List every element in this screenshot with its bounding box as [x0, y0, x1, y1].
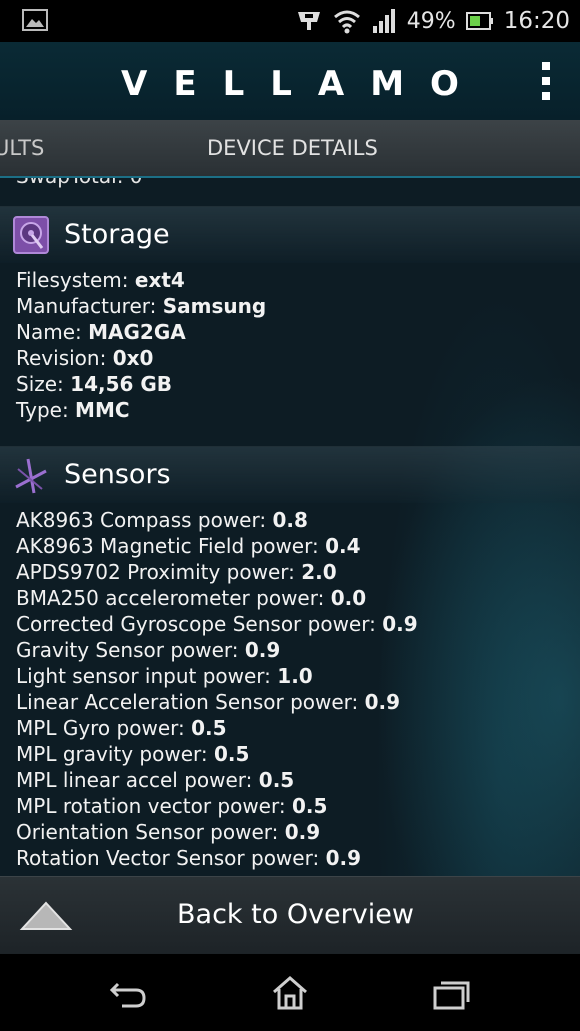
sensors-axes-icon: [15, 458, 47, 494]
details-scroll-area[interactable]: SwapTotal: 0 Storage Filesystem: ext4 Ma…: [0, 178, 580, 876]
sensor-row: MPL linear accel power: 0.5: [16, 768, 295, 792]
storage-row: Manufacturer: Samsung: [16, 294, 267, 318]
storage-section-header: Storage: [0, 206, 580, 263]
sensor-row: MPL rotation vector power: 0.5: [16, 794, 328, 818]
up-triangle-icon: [19, 901, 73, 930]
storage-row: Name: MAG2GA: [16, 320, 186, 344]
sensor-row: Light sensor input power: 1.0: [16, 664, 313, 688]
sensor-row: BMA250 accelerometer power: 0.0: [16, 586, 367, 610]
sensor-row: APDS9702 Proximity power: 2.0: [16, 560, 337, 584]
home-icon[interactable]: [270, 974, 310, 1012]
battery-percent: 49%: [406, 8, 456, 34]
sensor-row: AK8963 Compass power: 0.8: [16, 508, 308, 532]
signal-icon: [372, 9, 395, 33]
storage-row: Filesystem: ext4: [16, 268, 185, 292]
recent-apps-icon[interactable]: [431, 974, 471, 1012]
back-icon[interactable]: [108, 974, 148, 1012]
sensor-row: Corrected Gyroscope Sensor power: 0.9: [16, 612, 418, 636]
tab-results[interactable]: ULTS: [0, 136, 44, 160]
storage-disk-icon: [13, 216, 49, 254]
swap-total-row: SwapTotal: 0: [16, 178, 143, 188]
storage-row: Revision: 0x0: [16, 346, 154, 370]
battery-icon: [465, 12, 493, 30]
sensors-section-header: Sensors: [0, 446, 580, 503]
back-to-overview-button[interactable]: Back to Overview: [0, 876, 580, 955]
gallery-notification-icon: [22, 9, 48, 31]
tab-bar: ULTS DEVICE DETAILS: [0, 120, 580, 178]
overflow-menu-icon[interactable]: [542, 62, 552, 100]
storage-row: Size: 14,56 GB: [16, 372, 173, 396]
sensor-row: MPL Gyro power: 0.5: [16, 716, 227, 740]
sensor-row: MPL gravity power: 0.5: [16, 742, 250, 766]
sensor-row: Linear Acceleration Sensor power: 0.9: [16, 690, 401, 714]
system-nav-bar: [0, 954, 580, 1031]
back-to-overview-label: Back to Overview: [177, 899, 414, 930]
clock: 16:20: [503, 8, 570, 34]
app-bar: VELLAMO: [0, 42, 580, 120]
wifi-icon: [333, 10, 360, 34]
sensor-row: AK8963 Magnetic Field power: 0.4: [16, 534, 361, 558]
status-bar: 49% 16:20: [0, 0, 580, 42]
usb-debug-icon: [297, 12, 320, 30]
sensors-title: Sensors: [64, 459, 171, 490]
sensor-row: Rotation Vector Sensor power: 0.9: [16, 846, 361, 870]
storage-row: Type: MMC: [16, 398, 130, 422]
tab-device-details[interactable]: DEVICE DETAILS: [207, 136, 378, 160]
storage-title: Storage: [64, 219, 170, 250]
app-title: VELLAMO: [121, 64, 485, 104]
sensor-row: Gravity Sensor power: 0.9: [16, 638, 281, 662]
sensor-row: Orientation Sensor power: 0.9: [16, 820, 321, 844]
